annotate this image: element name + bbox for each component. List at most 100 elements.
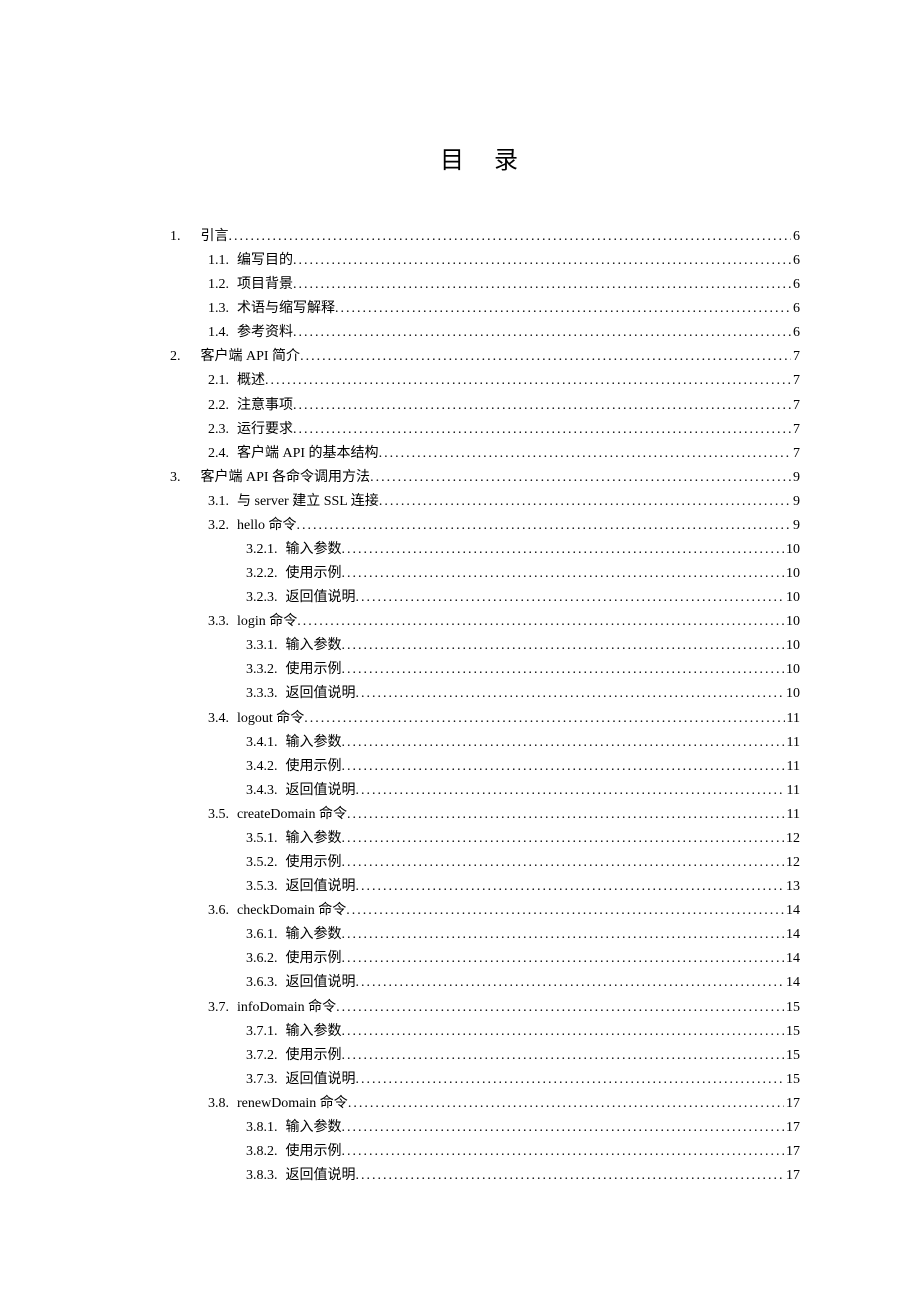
toc-entry-number: 3.6.1. [246,923,278,947]
toc-entry-title: 编写目的 [237,249,293,273]
toc-entry-title: 输入参数 [286,1116,342,1140]
toc-entry-title: 输入参数 [286,731,342,755]
toc-entry[interactable]: 3.6.1.输入参数14 [170,923,800,947]
toc-entry[interactable]: 1.1.编写目的6 [170,249,800,273]
toc-entry[interactable]: 3.6.3.返回值说明14 [170,971,800,995]
toc-entry-page: 10 [784,634,800,658]
table-of-contents: 1.引言61.1.编写目的61.2.项目背景61.3. 术语与缩写解释 6 1.4. 参… [170,225,800,1188]
toc-leader-dots [342,658,785,682]
toc-entry-title: 输入参数 [286,827,342,851]
toc-entry[interactable]: 3.2.1.输入参数10 [170,538,800,562]
toc-entry-number: 3.2. [208,514,229,538]
toc-entry-title: 使用示例 [286,947,342,971]
toc-entry-title: checkDomain 命令 [237,899,346,923]
toc-leader-dots [342,1020,785,1044]
toc-entry-title: 术语与缩写解释 [237,297,335,321]
toc-entry-title: 运行要求 [237,418,293,442]
toc-leader-dots [342,755,785,779]
toc-entry-number: 3. [170,466,181,490]
toc-entry[interactable]: 3.6.2.使用示例14 [170,947,800,971]
toc-entry[interactable]: 3.1.与 server 建立 SSL 连接9 [170,490,800,514]
toc-entry[interactable]: 3.4.logout 命令11 [170,707,800,731]
toc-entry-title: 使用示例 [286,1044,342,1068]
toc-leader-dots [297,514,792,538]
toc-entry[interactable]: 3.2.2.使用示例10 [170,562,800,586]
toc-entry-page: 6 [791,321,800,345]
toc-entry[interactable]: 2.4.客户端 API 的基本结构7 [170,442,800,466]
toc-entry[interactable]: 3.2.3.返回值说明10 [170,586,800,610]
toc-entry-page: 11 [785,779,800,803]
toc-entry[interactable]: 3.5.2.使用示例12 [170,851,800,875]
toc-entry-title: 使用示例 [286,755,342,779]
toc-entry[interactable]: 1.3.术语与缩写解释6 [170,297,800,321]
toc-entry[interactable]: 3.8.1.输入参数17 [170,1116,800,1140]
toc-entry[interactable]: 3.8.3.返回值说明17 [170,1164,800,1188]
toc-entry[interactable]: 3.4.1.输入参数11 [170,731,800,755]
toc-entry[interactable]: 3.7.2.使用示例15 [170,1044,800,1068]
toc-entry-page: 15 [784,1068,800,1092]
toc-entry-number: 1.3. [208,297,229,321]
toc-entry[interactable]: 3.6.checkDomain 命令14 [170,899,800,923]
toc-entry[interactable]: 3.4.2.使用示例11 [170,755,800,779]
toc-entry[interactable]: 3.7.3. 返回值说明 15 [170,1068,800,1092]
toc-entry[interactable]: 2.客户端 API 简介7 [170,345,800,369]
toc-entry-page: 6 [791,273,800,297]
toc-entry-number: 3.1. [208,490,229,514]
toc-entry[interactable]: 3.4.3.返回值说明11 [170,779,800,803]
toc-entry-number: 3.7.2. [246,1044,278,1068]
toc-entry-number: 3.3.1. [246,634,278,658]
toc-entry-number: 3.5. [208,803,229,827]
toc-entry[interactable]: 3.3.login 命令10 [170,610,800,634]
toc-entry-title: 输入参数 [286,923,342,947]
toc-entry-page: 7 [791,394,800,418]
toc-entry[interactable]: 3.2.hello 命令9 [170,514,800,538]
toc-entry[interactable]: 3.3.2.使用示例10 [170,658,800,682]
toc-entry[interactable]: 1.2.项目背景6 [170,273,800,297]
toc-entry-number: 3.6.3. [246,971,278,995]
toc-entry-title: 参考资料 [237,321,293,345]
toc-entry[interactable]: 2.1.概述7 [170,369,800,393]
toc-entry-number: 1.2. [208,273,229,297]
toc-entry[interactable]: 3.7.infoDomain 命令15 [170,996,800,1020]
toc-entry-number: 3.2.3. [246,586,278,610]
toc-entry[interactable]: 3.5.3.返回值说明13 [170,875,800,899]
toc-entry[interactable]: 3.8.renewDomain 命令17 [170,1092,800,1116]
toc-entry[interactable]: 1.引言6 [170,225,800,249]
toc-entry-title: 返回值说明 [286,586,356,610]
toc-leader-dots [356,1068,785,1092]
toc-entry-number: 3.4.2. [246,755,278,779]
toc-entry-page: 12 [784,851,800,875]
toc-entry-title: 返回值说明 [286,779,356,803]
toc-entry[interactable]: 3.3.3.返回值说明10 [170,682,800,706]
toc-entry[interactable]: 3.5.1.输入参数12 [170,827,800,851]
toc-entry-number: 3.7.3. [246,1068,278,1092]
toc-entry-page: 12 [784,827,800,851]
toc-entry-title: 使用示例 [286,562,342,586]
toc-entry[interactable]: 2.3.运行要求7 [170,418,800,442]
toc-leader-dots [342,1140,785,1164]
toc-entry[interactable]: 2.2.注意事项7 [170,394,800,418]
toc-leader-dots [356,971,785,995]
toc-entry-number: 2. [170,345,181,369]
toc-entry-title: createDomain 命令 [237,803,347,827]
toc-entry-number: 3.8. [208,1092,229,1116]
toc-leader-dots [356,586,785,610]
toc-entry-number: 3.5.2. [246,851,278,875]
toc-leader-dots [342,1044,785,1068]
toc-entry-title: 注意事项 [237,394,293,418]
toc-heading: 目 录 [170,140,800,175]
toc-entry-title: 返回值说明 [286,1068,356,1092]
toc-entry-title: 输入参数 [286,1020,342,1044]
toc-entry-number: 3.4. [208,707,229,731]
toc-entry[interactable]: 3.3.1.输入参数10 [170,634,800,658]
toc-entry-number: 1.4. [208,321,229,345]
toc-entry[interactable]: 3.客户端 API 各命令调用方法9 [170,466,800,490]
toc-entry-title: 概述 [237,369,265,393]
toc-entry[interactable]: 3.7.1.输入参数15 [170,1020,800,1044]
document-page: 目 录 1.引言61.1.编写目的61.2.项目背景61.3.术语与缩写解释61… [0,0,920,1288]
toc-entry-number: 3.2.2. [246,562,278,586]
toc-entry[interactable]: 3.8.2.使用示例17 [170,1140,800,1164]
toc-entry[interactable]: 1.4. 参考资料 6 [170,321,800,345]
toc-leader-dots [300,345,791,369]
toc-entry[interactable]: 3.5.createDomain 命令11 [170,803,800,827]
